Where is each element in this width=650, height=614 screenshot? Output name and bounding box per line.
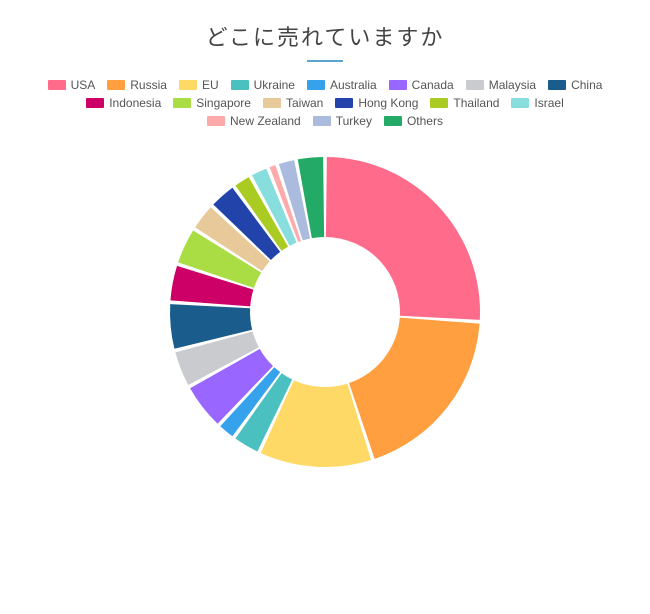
page-title: どこに売れていますか [206, 20, 445, 52]
legend-item: Thailand [430, 96, 499, 110]
legend-item: Malaysia [466, 78, 536, 92]
legend-label: New Zealand [230, 114, 301, 128]
legend-color-swatch [48, 80, 66, 90]
legend-label: Australia [330, 78, 377, 92]
legend-item: Russia [107, 78, 167, 92]
legend-label: Taiwan [286, 96, 323, 110]
legend-label: Thailand [453, 96, 499, 110]
legend-item: Singapore [173, 96, 251, 110]
legend-item: New Zealand [207, 114, 301, 128]
legend-item: Ukraine [231, 78, 295, 92]
legend-color-swatch [173, 98, 191, 108]
donut-chart [155, 142, 495, 482]
legend-color-swatch [179, 80, 197, 90]
donut-segment [326, 157, 480, 320]
legend-color-swatch [389, 80, 407, 90]
legend-item: Indonesia [86, 96, 161, 110]
legend-color-swatch [430, 98, 448, 108]
legend-color-swatch [313, 116, 331, 126]
donut-segment [349, 318, 480, 459]
legend-label: USA [71, 78, 96, 92]
page-container: どこに売れていますか USA Russia EU Ukraine Australia Ca… [0, 0, 650, 614]
legend-item: Israel [511, 96, 563, 110]
legend-color-swatch [335, 98, 353, 108]
legend-label: Turkey [336, 114, 372, 128]
legend-color-swatch [107, 80, 125, 90]
legend-color-swatch [548, 80, 566, 90]
legend-label: China [571, 78, 602, 92]
legend-item: Canada [389, 78, 454, 92]
legend-label: EU [202, 78, 219, 92]
title-underline [307, 60, 343, 62]
legend-label: Malaysia [489, 78, 536, 92]
legend-color-swatch [207, 116, 225, 126]
legend-label: Canada [412, 78, 454, 92]
legend-item: Hong Kong [335, 96, 418, 110]
legend-label: Indonesia [109, 96, 161, 110]
legend: USA Russia EU Ukraine Australia Canada Malaysi… [35, 78, 615, 128]
legend-label: Others [407, 114, 443, 128]
legend-item: USA [48, 78, 96, 92]
legend-item: EU [179, 78, 219, 92]
legend-label: Russia [130, 78, 167, 92]
legend-item: Turkey [313, 114, 372, 128]
legend-color-swatch [466, 80, 484, 90]
legend-color-swatch [384, 116, 402, 126]
legend-color-swatch [86, 98, 104, 108]
legend-color-swatch [307, 80, 325, 90]
legend-item: Others [384, 114, 443, 128]
legend-label: Ukraine [254, 78, 295, 92]
legend-label: Singapore [196, 96, 251, 110]
legend-color-swatch [231, 80, 249, 90]
legend-item: Taiwan [263, 96, 323, 110]
legend-item: Australia [307, 78, 377, 92]
legend-item: China [548, 78, 602, 92]
legend-label: Israel [534, 96, 563, 110]
legend-label: Hong Kong [358, 96, 418, 110]
legend-color-swatch [511, 98, 529, 108]
legend-color-swatch [263, 98, 281, 108]
